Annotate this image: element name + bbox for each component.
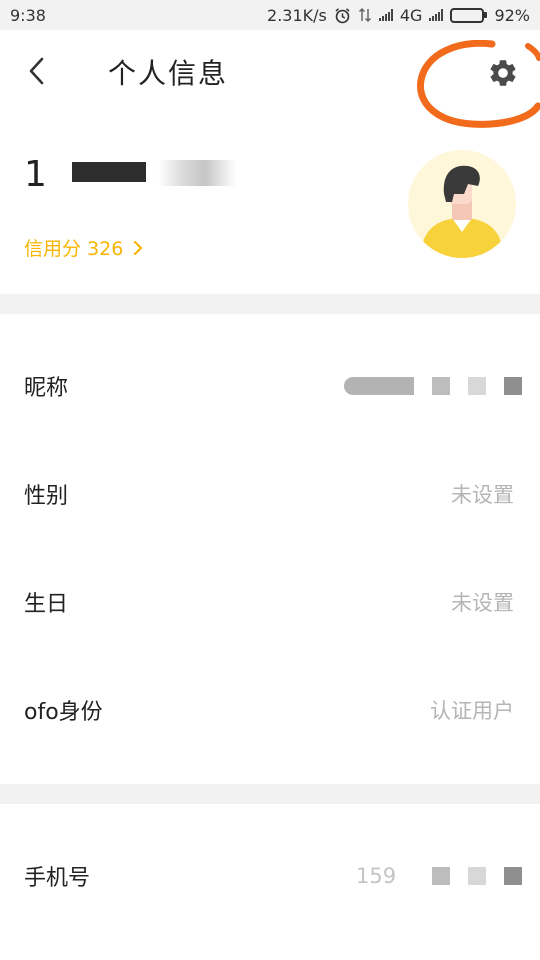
credit-label: 信用分 bbox=[24, 238, 82, 260]
row-label: 生日 bbox=[24, 592, 69, 617]
redaction-block bbox=[504, 377, 522, 395]
redaction-block bbox=[468, 377, 486, 395]
credit-score-link[interactable]: 信用分 326 bbox=[24, 234, 143, 261]
redacted-nickname bbox=[344, 377, 414, 395]
battery-icon bbox=[450, 7, 488, 23]
phone-value: 159 bbox=[356, 864, 397, 888]
alarm-icon bbox=[335, 7, 350, 23]
user-avatar-icon bbox=[408, 150, 516, 258]
settings-button[interactable] bbox=[484, 54, 522, 92]
battery-percent: 92% bbox=[494, 5, 530, 25]
row-value: 未设置 bbox=[451, 591, 514, 615]
profile-section: 1 信用分 326 bbox=[0, 116, 540, 294]
row-label: 性别 bbox=[24, 484, 69, 509]
redaction-block bbox=[468, 867, 486, 885]
back-button[interactable] bbox=[20, 54, 54, 88]
chevron-right-icon bbox=[134, 240, 143, 255]
data-transfer-icon bbox=[358, 7, 371, 23]
row-label: 昵称 bbox=[24, 376, 69, 401]
redaction-block bbox=[432, 867, 450, 885]
redaction-bar bbox=[72, 162, 146, 182]
network-speed: 2.31K/s bbox=[267, 5, 327, 25]
nickname-row[interactable]: 昵称 bbox=[0, 332, 540, 440]
section-divider bbox=[0, 294, 540, 314]
credit-score-value: 326 bbox=[87, 238, 124, 260]
birthday-row[interactable]: 生日 未设置 bbox=[0, 548, 540, 656]
gender-row[interactable]: 性别 未设置 bbox=[0, 440, 540, 548]
phone-row[interactable]: 手机号 159 bbox=[0, 822, 540, 930]
signal-icon bbox=[429, 9, 444, 21]
row-label: ofo身份 bbox=[24, 700, 103, 725]
page-title: 个人信息 bbox=[108, 57, 229, 90]
gear-icon bbox=[490, 60, 516, 86]
status-icons: 2.31K/s 4G 92% bbox=[267, 6, 530, 25]
network-type: 4G bbox=[399, 5, 423, 25]
row-label: 手机号 bbox=[24, 866, 91, 891]
status-bar: 9:38 2.31K/s 4G 92% bbox=[0, 0, 540, 30]
ofo-identity-row[interactable]: ofo身份 认证用户 bbox=[0, 656, 540, 764]
redaction-block bbox=[504, 867, 522, 885]
user-avatar[interactable] bbox=[408, 150, 516, 258]
section-divider bbox=[0, 784, 540, 804]
signal-icon bbox=[378, 9, 393, 21]
status-time: 9:38 bbox=[10, 5, 46, 25]
redaction-blur bbox=[158, 160, 236, 186]
row-value: 未设置 bbox=[451, 483, 514, 507]
redaction-block bbox=[432, 377, 450, 395]
row-value: 认证用户 bbox=[430, 699, 514, 723]
header: 个人信息 bbox=[0, 30, 540, 116]
chevron-left-icon bbox=[29, 57, 44, 85]
masked-phone-number: 1 bbox=[24, 154, 47, 195]
